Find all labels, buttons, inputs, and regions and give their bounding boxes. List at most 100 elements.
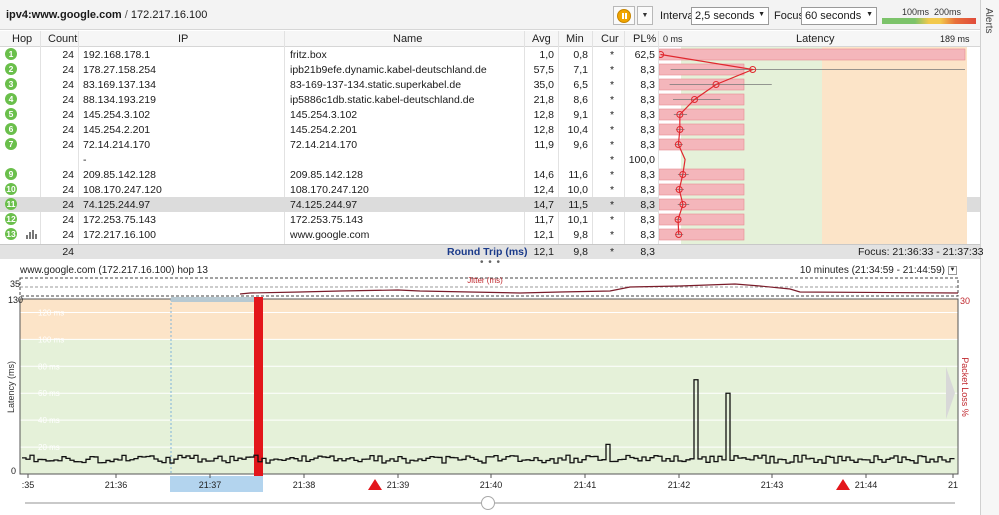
packet-loss-bar xyxy=(659,123,745,136)
cell-ip: 209.85.142.128 xyxy=(83,169,156,181)
cell-ip: 145.254.3.102 xyxy=(83,109,151,121)
cell-pl: 8,3 xyxy=(640,139,655,151)
latency-zone-warn xyxy=(822,47,967,244)
pause-button[interactable] xyxy=(613,6,635,25)
jitter-max-label: 35 xyxy=(10,279,20,289)
cell-avg: 1,0 xyxy=(539,49,554,61)
time-label: 21:40 xyxy=(480,480,503,490)
time-label: 21:36 xyxy=(105,480,128,490)
cell-ip: 172.253.75.143 xyxy=(83,214,156,226)
cell-cur: * xyxy=(609,229,615,241)
cell-count: 24 xyxy=(62,214,74,226)
cell-name: ip5886c1db.static.kabel-deutschland.de xyxy=(290,94,475,106)
target-title: ipv4:www.google.com / 172.217.16.100 xyxy=(6,9,207,21)
cell-count: 24 xyxy=(62,124,74,136)
hop-number-badge: 4 xyxy=(5,93,17,105)
cell-cur: * xyxy=(609,94,615,106)
cell-name: 172.253.75.143 xyxy=(290,214,363,226)
cell-min: 10,4 xyxy=(567,124,588,136)
splitter-handle[interactable]: • • • xyxy=(480,257,501,268)
packet-loss-bar xyxy=(659,138,745,151)
grid-label: 100 ms xyxy=(38,335,64,344)
rt-focus-range: Focus: 21:36:33 - 21:37:33 xyxy=(858,246,984,258)
y-max-label: 130 xyxy=(8,295,23,305)
interval-select[interactable]: 2,5 seconds ▼ xyxy=(691,7,769,25)
col-count[interactable]: Count xyxy=(48,33,77,45)
col-name[interactable]: Name xyxy=(393,33,422,45)
cell-count: 24 xyxy=(62,199,74,211)
toolbar: ipv4:www.google.com / 172.217.16.100 ▼ I… xyxy=(0,0,980,30)
col-hop[interactable]: Hop xyxy=(12,33,32,45)
cell-ip: 83.169.137.134 xyxy=(83,79,156,91)
y-axis-label: Latency (ms) xyxy=(6,361,16,413)
time-label: 21 xyxy=(948,480,958,490)
alert-marker-icon[interactable] xyxy=(836,479,850,490)
cell-cur: * xyxy=(609,79,615,91)
time-label: :35 xyxy=(22,480,35,490)
history-chart[interactable]: Jitter (ms) 35 120 ms 100 ms 80 ms 60 ms 40 … xyxy=(0,275,980,495)
cell-count: 24 xyxy=(62,184,74,196)
cell-count: 24 xyxy=(62,109,74,121)
col-min[interactable]: Min xyxy=(566,33,584,45)
cell-name: 145.254.2.201 xyxy=(290,124,358,136)
time-label: 21:37 xyxy=(199,480,222,490)
alerts-label: Alerts xyxy=(983,8,994,34)
cell-name: 108.170.247.120 xyxy=(290,184,369,196)
cell-min: 6,5 xyxy=(573,79,588,91)
legend-200-label: 200ms xyxy=(934,7,962,17)
cell-avg: 14,7 xyxy=(533,199,554,211)
hop-number-badge: 5 xyxy=(5,108,17,120)
hop-number-badge: 1 xyxy=(5,48,17,60)
cell-avg: 57,5 xyxy=(533,64,554,76)
col-pl[interactable]: PL% xyxy=(633,33,656,45)
alert-marker-icon[interactable] xyxy=(368,479,382,490)
time-label: 21:41 xyxy=(574,480,597,490)
cell-name: 145.254.3.102 xyxy=(290,109,358,121)
cell-min: 0,8 xyxy=(573,49,588,61)
grid-label: 60 ms xyxy=(38,389,60,398)
cell-cur: * xyxy=(609,139,615,151)
grid-label: 120 ms xyxy=(38,308,64,317)
rt-avg: 12,1 xyxy=(533,246,554,258)
cell-name: 209.85.142.128 xyxy=(290,169,363,181)
cell-min: 9,1 xyxy=(573,109,588,121)
pl-max-label: 30 xyxy=(960,296,970,306)
focus-window-top[interactable] xyxy=(171,297,263,302)
focus-label: Focus xyxy=(774,10,804,22)
hop-number-badge: 12 xyxy=(5,213,17,225)
cell-name: 72.14.214.170 xyxy=(290,139,358,151)
cell-min: 9,8 xyxy=(573,229,588,241)
focus-select[interactable]: 60 seconds ▼ xyxy=(801,7,877,25)
col-latency[interactable]: Latency xyxy=(796,33,835,45)
cell-ip: 74.125.244.97 xyxy=(83,199,151,211)
cell-avg: 14,6 xyxy=(533,169,554,181)
time-label: 21:42 xyxy=(668,480,691,490)
grid-label: 20 ms xyxy=(38,443,60,452)
cell-ip: 172.217.16.100 xyxy=(83,229,156,241)
col-ip[interactable]: IP xyxy=(178,33,188,45)
cell-cur: * xyxy=(609,124,615,136)
options-dropdown-button[interactable]: ▼ xyxy=(637,6,653,25)
col-cur[interactable]: Cur xyxy=(601,33,619,45)
cell-min: 11,5 xyxy=(568,199,588,211)
col-avg[interactable]: Avg xyxy=(532,33,551,45)
packet-loss-bar xyxy=(659,213,745,226)
cell-count: 24 xyxy=(62,94,74,106)
target-host: ipv4:www.google.com xyxy=(6,9,122,21)
pl-axis-label: Packet Loss % xyxy=(960,357,970,417)
cell-name: fritz.box xyxy=(290,49,327,61)
cell-ip: 88.134.193.219 xyxy=(83,94,156,106)
hop-number-badge: 2 xyxy=(5,63,17,75)
target-separator: / xyxy=(124,9,128,21)
timeline-scroll-thumb[interactable] xyxy=(481,496,495,510)
cell-count: 24 xyxy=(62,49,74,61)
cell-avg: 12,4 xyxy=(533,184,554,196)
target-ip: 172.217.16.100 xyxy=(130,9,208,21)
time-axis: :35 21:36 21:37 21:38 21:39 21:40 21:41 21:42 21… xyxy=(22,474,958,490)
cell-min: 10,0 xyxy=(567,184,588,196)
cell-avg: 12,1 xyxy=(533,229,554,241)
cell-avg: 11,7 xyxy=(534,214,554,226)
packet-loss-bar xyxy=(659,183,745,196)
rt-min: 9,8 xyxy=(573,246,588,258)
bar-chart-icon[interactable] xyxy=(26,230,38,239)
